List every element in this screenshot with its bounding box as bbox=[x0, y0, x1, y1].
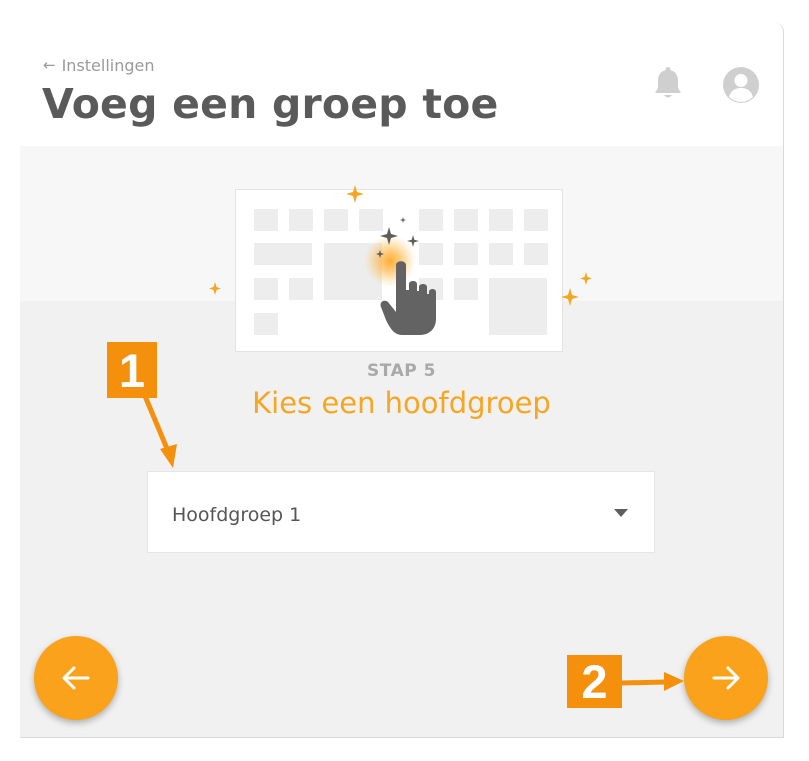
callout-2-arrow bbox=[620, 679, 667, 686]
callout-2-arrowhead bbox=[664, 672, 684, 691]
callout-1-arrow bbox=[142, 395, 171, 452]
callout-1: 1 bbox=[107, 342, 157, 398]
callout-2: 2 bbox=[567, 655, 622, 708]
callout-1-arrowhead bbox=[160, 444, 177, 468]
